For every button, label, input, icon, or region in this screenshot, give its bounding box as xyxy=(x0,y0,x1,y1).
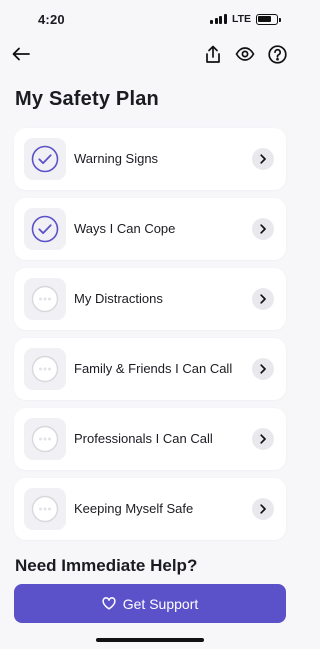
status-box xyxy=(24,418,66,460)
plan-item-family-friends[interactable]: Family & Friends I Can Call xyxy=(14,338,286,400)
pending-dots-icon xyxy=(31,495,59,523)
status-box xyxy=(24,488,66,530)
nav-bar xyxy=(0,38,300,70)
plan-item-label: Ways I Can Cope xyxy=(74,221,176,236)
plan-item-label: Keeping Myself Safe xyxy=(74,501,194,516)
check-circle-icon xyxy=(31,215,59,243)
chevron-right-icon[interactable] xyxy=(252,358,274,380)
chevron-right-icon[interactable] xyxy=(252,428,274,450)
pending-dots-icon xyxy=(31,425,59,453)
status-box xyxy=(24,348,66,390)
chevron-right-icon[interactable] xyxy=(252,148,274,170)
status-indicators: LTE xyxy=(210,13,281,25)
eye-icon[interactable] xyxy=(234,43,256,65)
battery-icon xyxy=(256,13,281,25)
status-time: 4:20 xyxy=(38,11,65,27)
plan-item-my-distractions[interactable]: My Distractions xyxy=(14,268,286,330)
plan-item-professionals[interactable]: Professionals I Can Call xyxy=(14,408,286,470)
safety-plan-list: Warning Signs Ways I Can Cope My Distrac… xyxy=(14,128,286,548)
plan-item-keeping-myself-safe[interactable]: Keeping Myself Safe xyxy=(14,478,286,540)
status-box xyxy=(24,278,66,320)
plan-item-ways-i-can-cope[interactable]: Ways I Can Cope xyxy=(14,198,286,260)
status-box xyxy=(24,208,66,250)
heart-icon xyxy=(102,597,116,610)
network-label: LTE xyxy=(231,13,251,25)
chevron-right-icon[interactable] xyxy=(252,288,274,310)
get-support-label: Get Support xyxy=(122,595,199,612)
signal-icon xyxy=(210,14,227,24)
plan-item-label: Warning Signs xyxy=(74,151,159,166)
back-arrow-icon[interactable] xyxy=(10,43,32,65)
get-support-button[interactable]: Get Support xyxy=(14,584,286,623)
check-circle-icon xyxy=(31,145,59,173)
pending-dots-icon xyxy=(31,355,59,383)
page-title: My Safety Plan xyxy=(15,88,159,110)
help-circle-icon[interactable] xyxy=(266,43,288,65)
chevron-right-icon[interactable] xyxy=(252,218,274,240)
plan-item-label: Family & Friends I Can Call xyxy=(74,361,233,376)
chevron-right-icon[interactable] xyxy=(252,498,274,520)
nav-actions xyxy=(202,43,288,65)
share-icon[interactable] xyxy=(202,43,224,65)
plan-item-label: Professionals I Can Call xyxy=(74,431,213,446)
pending-dots-icon xyxy=(31,285,59,313)
plan-item-label: My Distractions xyxy=(74,291,163,306)
status-box xyxy=(24,138,66,180)
status-bar: 4:20 LTE xyxy=(0,0,300,38)
home-indicator xyxy=(96,638,204,642)
plan-item-warning-signs[interactable]: Warning Signs xyxy=(14,128,286,190)
help-section-title: Need Immediate Help? xyxy=(15,556,198,575)
